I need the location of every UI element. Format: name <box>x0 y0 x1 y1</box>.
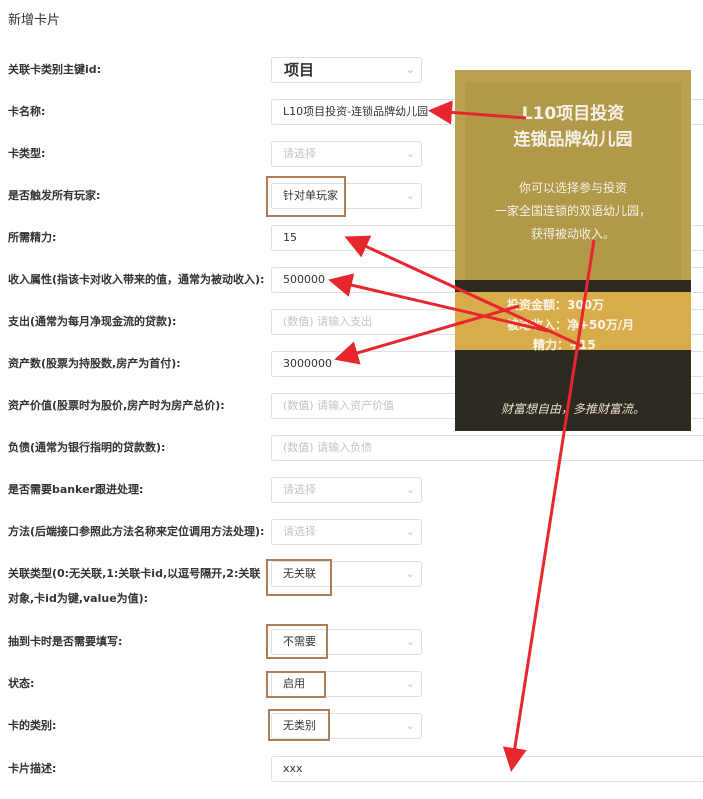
field-label-category-id: 关联卡类别主键id: <box>8 63 102 76</box>
chevron-down-icon: ⌄ <box>405 677 415 690</box>
chevron-down-icon: ⌄ <box>405 525 415 538</box>
liability-input[interactable]: (数值) 请输入负债 <box>271 435 703 461</box>
card-footer-slogan: 财富想自由，多推财富流。 <box>500 402 645 416</box>
card-type-placeholder: 请选择 <box>283 147 316 160</box>
income-value: 500000 <box>283 273 325 286</box>
chevron-down-icon: ⌄ <box>405 719 415 732</box>
chevron-down-icon: ⌄ <box>405 483 415 496</box>
highlight-box <box>266 176 346 217</box>
card-stat-income: 被动收入：净+50万/月 <box>507 318 635 332</box>
field-label-energy: 所需精力: <box>8 231 57 244</box>
chevron-down-icon: ⌄ <box>405 147 415 160</box>
card-reference-photo: L10项目投资 连锁品牌幼儿园 你可以选择参与投资 一家全国连锁的双语幼儿园， … <box>455 70 691 431</box>
liability-placeholder: (数值) 请输入负债 <box>283 441 373 454</box>
banker-placeholder: 请选择 <box>283 483 316 496</box>
energy-value: 15 <box>283 231 297 244</box>
field-label-need-fill: 抽到卡时是否需要填写: <box>8 635 123 648</box>
field-label-relation-type: 关联类型(0:无关联,1:关联卡id,以逗号隔开,2:关联对象,卡id为键,va… <box>8 567 261 605</box>
highlight-box <box>266 559 332 596</box>
card-stat-energy: 精力：+15 <box>533 338 596 352</box>
asset-count-value: 3000000 <box>283 357 332 370</box>
chevron-down-icon: ⌄ <box>405 635 415 648</box>
field-label-card-name: 卡名称: <box>8 105 46 118</box>
method-select[interactable]: 请选择 ⌄ <box>271 519 422 545</box>
highlight-box <box>266 671 326 698</box>
chevron-down-icon: ⌄ <box>405 63 415 76</box>
field-label-trigger-all: 是否触发所有玩家: <box>8 189 101 202</box>
card-name-value: L10项目投资-连锁品牌幼儿园 <box>283 105 429 118</box>
field-label-income: 收入属性(指该卡对收入带来的值，通常为被动收入): <box>8 273 265 286</box>
field-label-card-class: 卡的类别: <box>8 719 57 732</box>
expense-placeholder: (数值) 请输入支出 <box>283 315 373 328</box>
card-desc-line1: 你可以选择参与投资 <box>518 181 627 195</box>
chevron-down-icon: ⌄ <box>405 567 415 580</box>
card-desc-line3: 获得被动收入。 <box>530 227 615 241</box>
field-label-method: 方法(后端接口参照此方法名称来定位调用方法处理): <box>8 525 265 538</box>
chevron-down-icon: ⌄ <box>405 189 415 202</box>
field-label-status: 状态: <box>8 677 35 690</box>
category-id-value: 项目 <box>284 61 315 79</box>
field-label-asset-value: 资产价值(股票时为股价,房产时为房产总价): <box>8 399 225 412</box>
field-label-liability: 负债(通常为银行指明的贷款数): <box>8 441 166 454</box>
field-label-expense: 支出(通常为每月净现金流的贷款): <box>8 315 177 328</box>
asset-value-placeholder: (数值) 请输入资产价值 <box>283 399 395 412</box>
field-label-description: 卡片描述: <box>8 762 57 775</box>
card-desc-line2: 一家全国连锁的双语幼儿园， <box>494 204 651 218</box>
card-title-line2: 连锁品牌幼儿园 <box>513 130 633 150</box>
card-stat-investment: 投资金额：300万 <box>507 298 605 312</box>
highlight-box <box>268 709 330 741</box>
card-type-select[interactable]: 请选择 ⌄ <box>271 141 422 167</box>
page-title: 新增卡片 <box>8 13 61 28</box>
description-value: xxx <box>283 762 303 775</box>
field-label-banker: 是否需要banker跟进处理: <box>8 483 144 496</box>
card-title-line1: L10项目投资 <box>521 104 625 124</box>
category-id-select[interactable]: 项目 ⌄ <box>271 57 422 83</box>
banker-select[interactable]: 请选择 ⌄ <box>271 477 422 503</box>
field-label-card-type: 卡类型: <box>8 147 46 160</box>
field-label-asset-count: 资产数(股票为持股数,房产为首付): <box>8 357 181 370</box>
highlight-box <box>266 624 328 659</box>
method-placeholder: 请选择 <box>283 525 316 538</box>
description-input[interactable]: xxx <box>271 756 703 782</box>
